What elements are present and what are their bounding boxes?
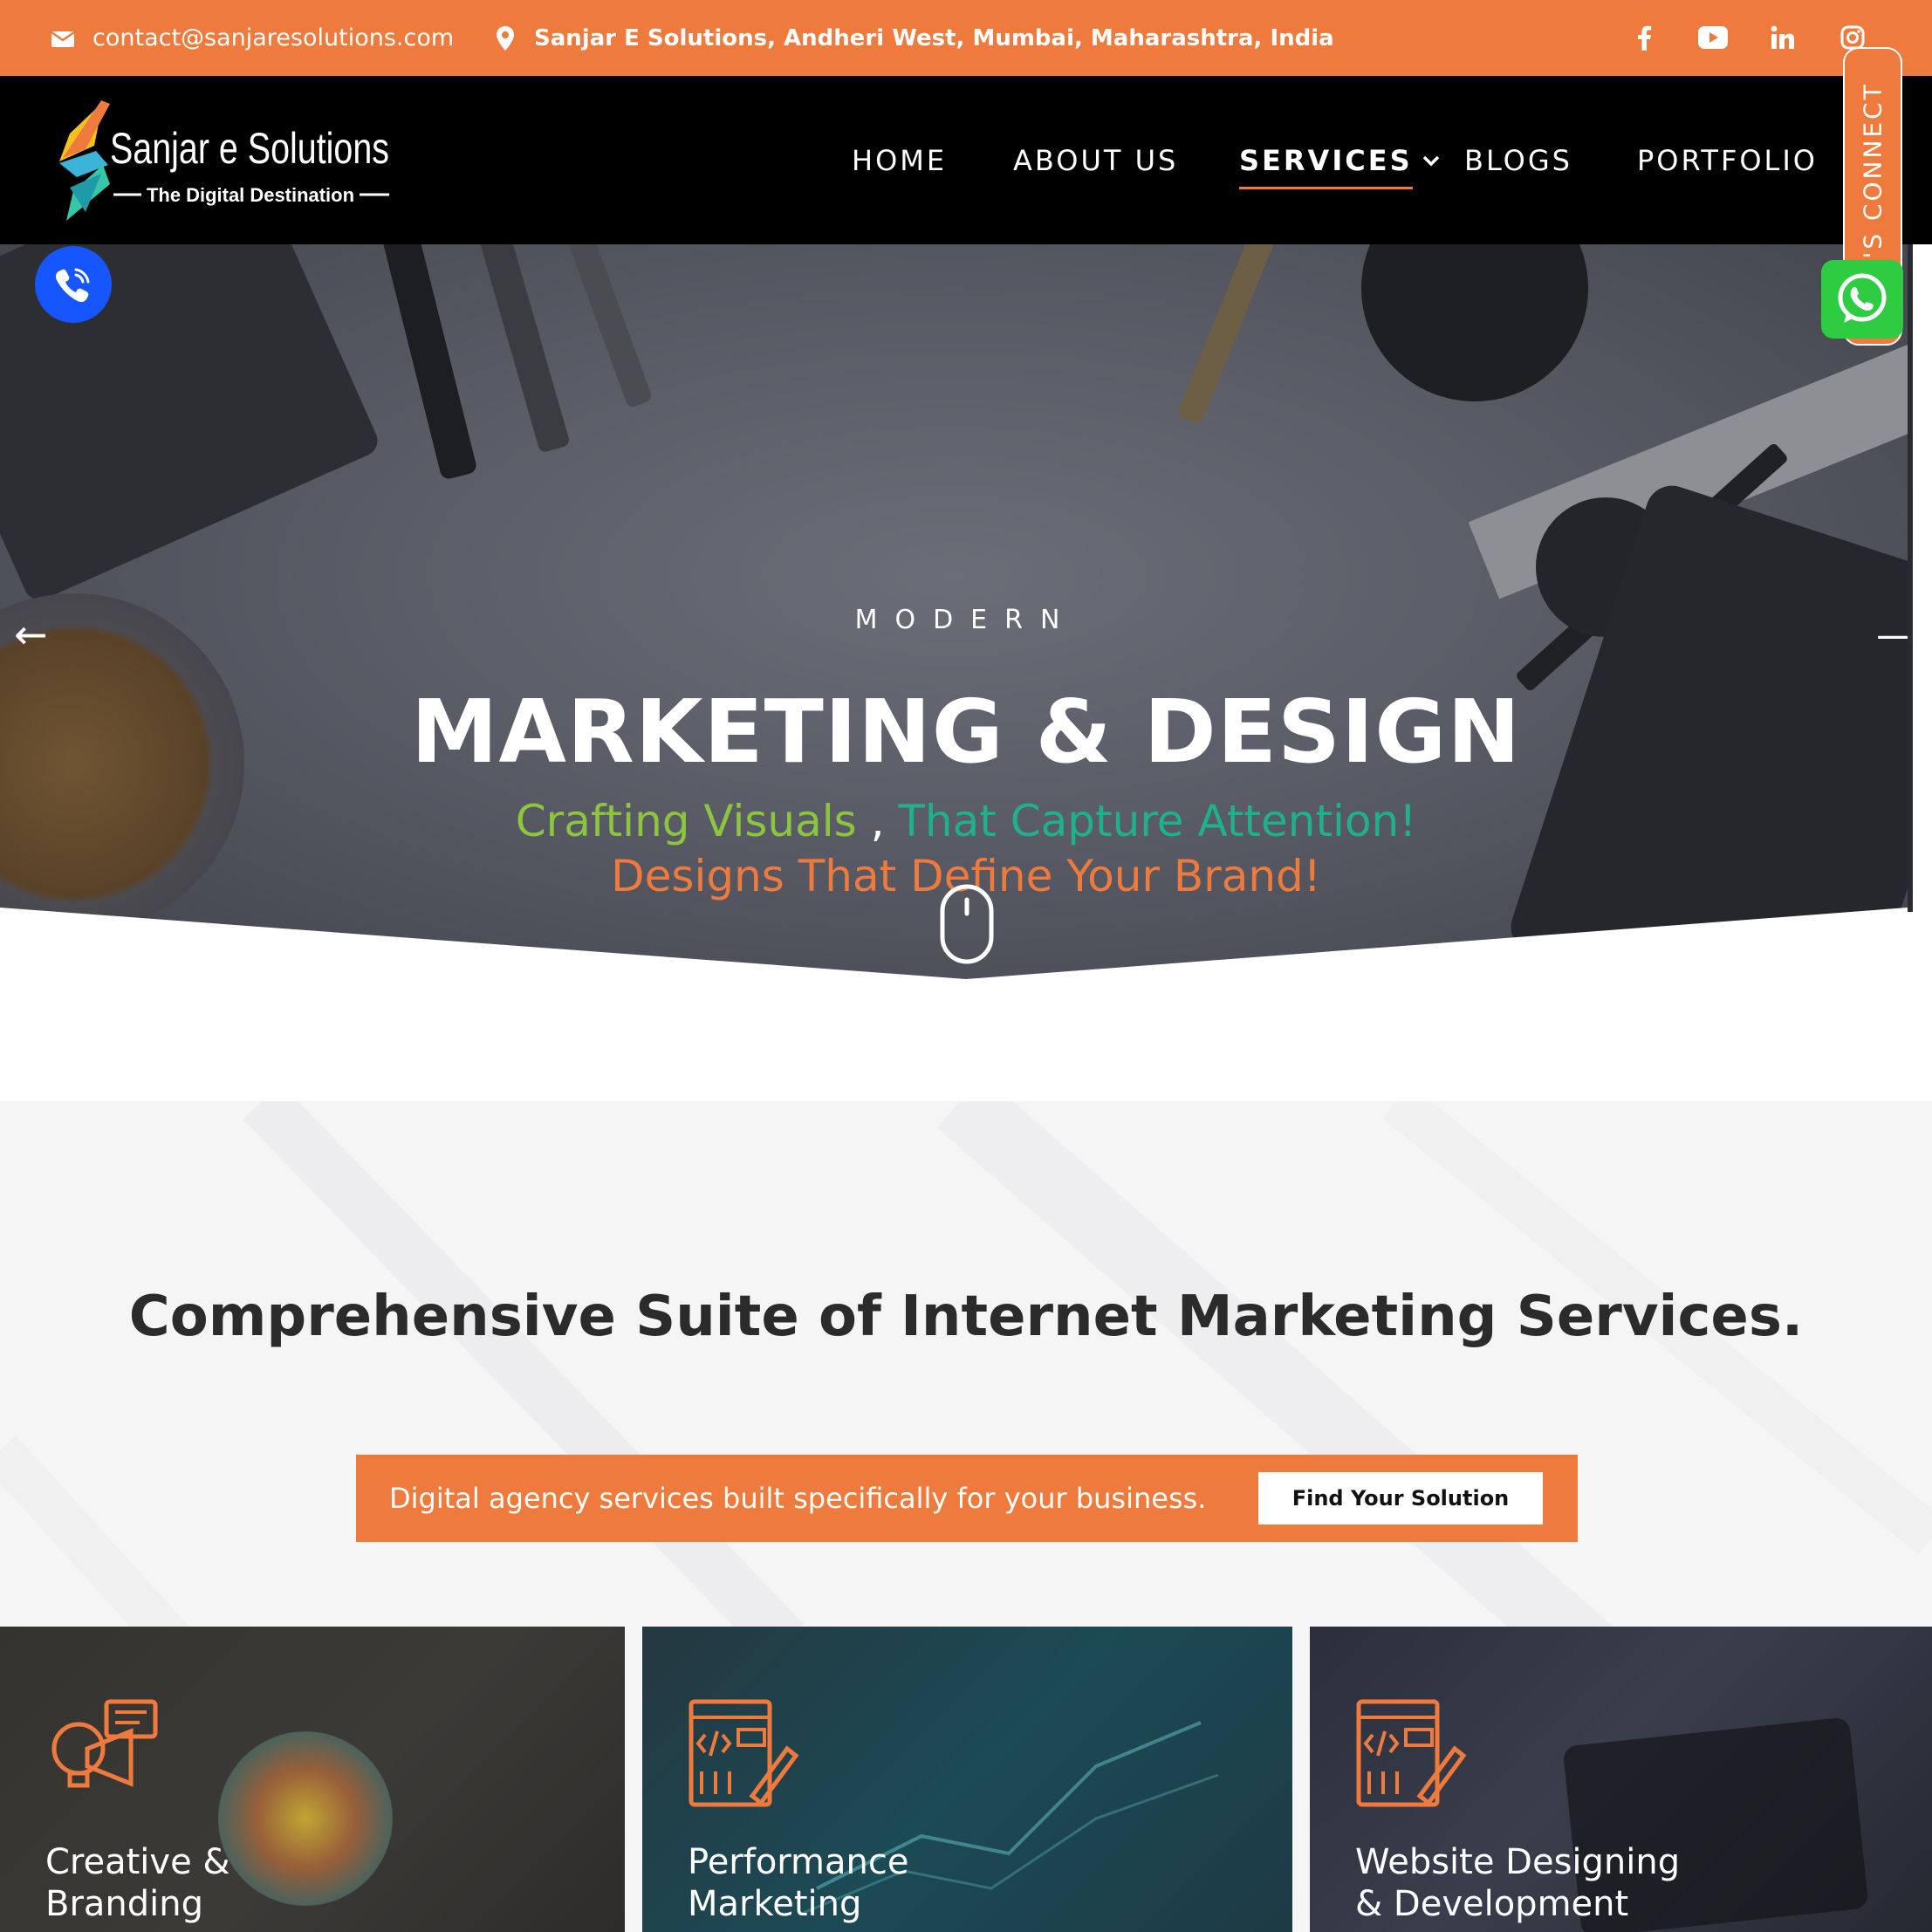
find-your-solution-button[interactable]: Find Your Solution <box>1258 1472 1543 1524</box>
megaphone-idea-icon <box>51 1699 158 1788</box>
address-text: Sanjar E Solutions, Andheri West, Mumbai… <box>534 24 1334 51</box>
phone-call-icon <box>55 268 90 303</box>
main-navbar: Sanjar e Solutions The Digital Destinati… <box>0 76 1932 244</box>
nav-portfolio[interactable]: PORTFOLIO <box>1637 76 1818 244</box>
whatsapp-button[interactable] <box>1821 260 1903 339</box>
site-logo[interactable]: Sanjar e Solutions The Digital Destinati… <box>51 100 400 223</box>
nav-about-us[interactable]: ABOUT US <box>1013 76 1178 244</box>
hero-tagline-part2: That Capture Attention! <box>898 796 1417 846</box>
facebook-icon[interactable] <box>1626 19 1662 56</box>
services-cta-text: Digital agency services built specifical… <box>389 1482 1207 1515</box>
ink-bottle-shape <box>1361 244 1588 401</box>
service-card-creative-branding[interactable]: Creative & Branding <box>0 1627 625 1932</box>
service-card-label: Website Designing & Development <box>1355 1842 1681 1924</box>
nav-home[interactable]: HOME <box>852 76 947 244</box>
hero-right-edge-line <box>1908 244 1913 912</box>
hero-headline: MARKETING & DESIGN <box>410 681 1522 783</box>
service-card-performance-marketing[interactable]: Performance Marketing <box>642 1627 1292 1932</box>
logo-wordmark: Sanjar e Solutions <box>110 124 389 173</box>
location-pin-icon <box>497 25 514 51</box>
nav-blogs[interactable]: BLOGS <box>1464 76 1572 244</box>
nav-services[interactable]: SERVICES <box>1239 76 1441 244</box>
slider-next-arrow[interactable]: — <box>1876 611 1908 658</box>
chevron-down-icon <box>1422 155 1439 166</box>
web-design-icon <box>1356 1699 1467 1807</box>
web-development-icon <box>689 1699 799 1807</box>
service-card-label: Creative & Branding <box>45 1842 230 1924</box>
address-contact: Sanjar E Solutions, Andheri West, Mumbai… <box>496 0 1334 76</box>
fountain-pen-shape <box>1176 244 1276 426</box>
logo-mark: Sanjar e Solutions The Digital Destinati… <box>59 100 389 221</box>
whatsapp-icon <box>1838 273 1887 323</box>
slider-prev-arrow[interactable]: ← <box>14 611 48 658</box>
hero-tagline-part1: Crafting Visuals <box>515 796 857 846</box>
nav-services-label: SERVICES <box>1239 144 1413 189</box>
call-button[interactable] <box>35 246 112 323</box>
youtube-icon[interactable] <box>1695 19 1731 56</box>
services-cta-bar: Digital agency services built specifical… <box>356 1455 1578 1542</box>
service-card-website-design[interactable]: Website Designing & Development <box>1310 1627 1932 1932</box>
hero-slider: MODERN MARKETING & DESIGN Crafting Visua… <box>0 244 1908 982</box>
services-title: Comprehensive Suite of Internet Marketin… <box>128 1285 1804 1349</box>
logo-tagline: The Digital Destination <box>147 184 354 206</box>
service-card-label: Performance Marketing <box>688 1842 909 1924</box>
email-contact[interactable]: contact@sanjaresolutions.com <box>51 0 454 76</box>
linkedin-icon[interactable] <box>1764 19 1801 56</box>
pen-shape <box>379 244 478 481</box>
pen-shape-3 <box>559 244 654 409</box>
scroll-down-mouse-icon[interactable] <box>940 884 994 964</box>
mail-icon <box>51 31 75 47</box>
email-link[interactable]: contact@sanjaresolutions.com <box>92 24 454 51</box>
pen-shape-2 <box>473 244 571 454</box>
top-contact-bar: contact@sanjaresolutions.com Sanjar E So… <box>0 0 1932 76</box>
hero-eyebrow: MODERN <box>854 605 1078 635</box>
hero-tagline: Crafting Visuals , That Capture Attentio… <box>0 796 1908 846</box>
hero-tagline-separator: , <box>856 796 899 846</box>
